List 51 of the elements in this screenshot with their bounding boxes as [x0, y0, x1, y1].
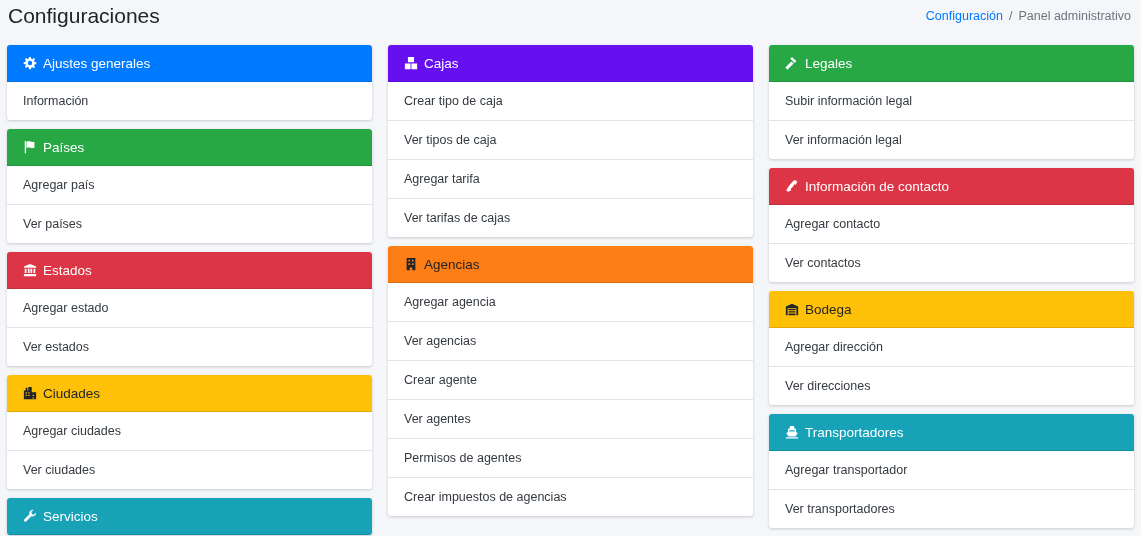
card-title: Transportadores	[805, 424, 904, 440]
card-title: Estados	[43, 262, 92, 278]
menu-link[interactable]: Ver tipos de caja	[388, 120, 753, 159]
menu-link[interactable]: Permisos de agentes	[388, 438, 753, 477]
menu-link[interactable]: Agregar tarifa	[388, 159, 753, 198]
menu-link[interactable]: Crear impuestos de agencias	[388, 477, 753, 516]
menu-link[interactable]: Agregar transportador	[769, 451, 1134, 489]
page-title: Configuraciones	[7, 4, 160, 28]
menu-link[interactable]: Ver ciudades	[7, 450, 372, 489]
breadcrumb-text: /	[1008, 9, 1013, 23]
card-title: Cajas	[424, 55, 459, 71]
card-title: Servicios	[43, 508, 98, 524]
menu-link[interactable]: Ver agencias	[388, 321, 753, 360]
menu-link[interactable]: Ver contactos	[769, 243, 1134, 282]
card-title: Ciudades	[43, 385, 101, 401]
menu-link[interactable]: Ver direcciones	[769, 366, 1134, 405]
menu-link[interactable]: Información	[7, 82, 372, 120]
menu-link[interactable]: Ver tarifas de cajas	[388, 198, 753, 237]
menu-link[interactable]: Agregar contacto	[769, 205, 1134, 243]
breadcrumb-link[interactable]: Configuración	[925, 9, 1003, 23]
building-icon	[404, 257, 418, 271]
card-title: Ajustes generales	[43, 55, 151, 71]
bank-icon	[23, 263, 37, 277]
city-icon	[23, 386, 37, 400]
menu-link[interactable]: Ver estados	[7, 327, 372, 366]
breadcrumb-text: Panel administrativo	[1018, 9, 1131, 23]
menu-link[interactable]: Subir información legal	[769, 82, 1134, 120]
menu-link[interactable]: Ver países	[7, 204, 372, 243]
menu-link[interactable]: Agregar estado	[7, 289, 372, 327]
menu-link[interactable]: Agregar dirección	[769, 328, 1134, 366]
menu-link[interactable]: Agregar país	[7, 166, 372, 204]
boxes-icon	[404, 56, 418, 70]
menu-link[interactable]: Agregar agencia	[388, 283, 753, 321]
card-title: Información de contacto	[805, 178, 950, 194]
card-title: Legales	[805, 55, 853, 71]
ship-icon	[785, 425, 799, 439]
wrench-icon	[23, 509, 37, 523]
menu-link[interactable]: Ver transportadores	[769, 489, 1134, 528]
card-title: Bodega	[805, 301, 852, 317]
warehouse-icon	[785, 302, 799, 316]
menu-link[interactable]: Ver información legal	[769, 120, 1134, 159]
gavel-icon	[785, 56, 799, 70]
flag-icon	[23, 140, 37, 154]
menu-link[interactable]: Agregar ciudades	[7, 412, 372, 450]
menu-link[interactable]: Crear agente	[388, 360, 753, 399]
menu-link[interactable]: Crear tipo de caja	[388, 82, 753, 120]
card-title: Agencias	[424, 256, 480, 272]
menu-link[interactable]: Ver agentes	[388, 399, 753, 438]
card-title: Países	[43, 139, 85, 155]
phone-icon	[785, 179, 799, 193]
gear-icon	[23, 56, 37, 70]
